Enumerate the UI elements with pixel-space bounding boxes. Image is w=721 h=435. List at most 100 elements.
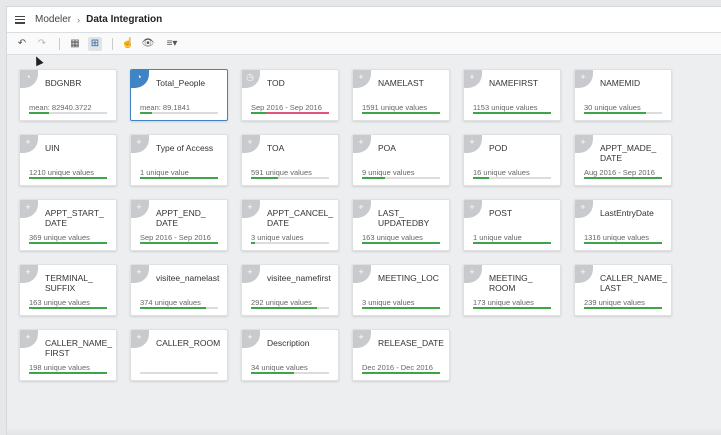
distribution-bar	[362, 177, 440, 179]
field-card[interactable]: + UIN 1210 unique values	[19, 134, 117, 186]
distribution-bar-fill	[140, 307, 207, 309]
distribution-bar	[362, 307, 440, 309]
text-field-icon: +	[575, 135, 593, 153]
distribution-bar	[251, 177, 329, 179]
distribution-bar	[29, 177, 107, 179]
field-name: APPT_CANCEL_ DATE	[267, 208, 334, 228]
field-card[interactable]: + APPT_START_ DATE 369 unique values	[19, 199, 117, 251]
distribution-bar	[584, 177, 662, 179]
hamburger-menu-icon[interactable]	[15, 15, 25, 24]
field-card[interactable]: + POD 16 unique values	[463, 134, 561, 186]
field-card[interactable]: + Description 34 unique values	[241, 329, 339, 381]
field-card[interactable]: + RELEASE_DATE Dec 2016 - Dec 2016	[352, 329, 450, 381]
distribution-bar	[29, 307, 107, 309]
distribution-bar-fill	[29, 372, 107, 374]
distribution-bar-fill	[584, 177, 662, 179]
numeric-gauge-icon: ◔	[20, 70, 38, 88]
field-card[interactable]: + APPT_CANCEL_ DATE 3 unique values	[241, 199, 339, 251]
distribution-bar	[584, 242, 662, 244]
field-card[interactable]: + CALLER_ROOM	[130, 329, 228, 381]
field-name: APPT_START_ DATE	[45, 208, 104, 228]
distribution-bar-fill	[584, 307, 662, 309]
field-stat: 239 unique values	[584, 298, 645, 307]
bottom-edge	[7, 427, 721, 435]
field-card[interactable]: ◷ TOD Sep 2016 - Sep 2016	[241, 69, 339, 121]
page-title: Data Integration	[86, 14, 163, 25]
app-window: Modeler › Data Integration ↶ ↷ ▦ ⊞ ☝ 👁 ≡…	[6, 6, 721, 435]
field-card[interactable]: + LastEntryDate 1316 unique values	[574, 199, 672, 251]
distribution-bar-fill	[362, 307, 440, 309]
distribution-bar-fill	[473, 242, 551, 244]
field-card[interactable]: ◔ BDGNBR mean: 82940.3722	[19, 69, 117, 121]
distribution-bar-fill	[251, 112, 329, 114]
text-field-icon: +	[464, 135, 482, 153]
text-field-icon: +	[242, 330, 260, 348]
join-hand-icon[interactable]: ☝	[121, 37, 135, 51]
grid-view-icon[interactable]: ⊞	[88, 36, 102, 51]
text-field-icon: +	[464, 70, 482, 88]
field-card[interactable]: + CALLER_NAME_ LAST 239 unique values	[574, 264, 672, 316]
field-card-grid: ◔ BDGNBR mean: 82940.3722 ◔ Total_People mean…	[19, 69, 709, 389]
field-card[interactable]: + Type of Access 1 unique value	[130, 134, 228, 186]
field-card[interactable]: + TOA 591 unique values	[241, 134, 339, 186]
field-stat: 163 unique values	[29, 298, 90, 307]
distribution-bar-fill	[29, 307, 107, 309]
field-name: NAMELAST	[378, 78, 424, 88]
distribution-bar-fill	[362, 177, 386, 179]
sort-list-icon[interactable]: ≡▾	[161, 37, 183, 51]
field-stat: 1316 unique values	[584, 233, 650, 242]
field-stat: 3 unique values	[362, 298, 415, 307]
field-card[interactable]: + TERMINAL_ SUFFIX 163 unique values	[19, 264, 117, 316]
text-field-icon: +	[353, 135, 371, 153]
field-card[interactable]: + visitee_namelast 374 unique values	[130, 264, 228, 316]
distribution-bar-fill	[29, 177, 107, 179]
field-stat: Sep 2016 - Sep 2016	[251, 103, 322, 112]
field-card[interactable]: + NAMEMID 30 unique values	[574, 69, 672, 121]
field-stat: mean: 82940.3722	[29, 103, 92, 112]
toolbar: ↶ ↷ ▦ ⊞ ☝ 👁 ≡▾	[7, 33, 721, 55]
field-stat: 198 unique values	[29, 363, 90, 372]
field-name: CALLER_NAME_ LAST	[600, 273, 668, 293]
redo-icon[interactable]: ↷	[35, 37, 49, 51]
field-card[interactable]: + POST 1 unique value	[463, 199, 561, 251]
text-field-icon: +	[242, 135, 260, 153]
field-name: visitee_namelast	[156, 273, 220, 283]
field-name: APPT_MADE_ DATE	[600, 143, 657, 163]
field-card[interactable]: + POA 9 unique values	[352, 134, 450, 186]
distribution-bar	[473, 307, 551, 309]
field-card[interactable]: + CALLER_NAME_ FIRST 198 unique values	[19, 329, 117, 381]
field-card[interactable]: + LAST_ UPDATEDBY 163 unique values	[352, 199, 450, 251]
distribution-bar	[362, 112, 440, 114]
field-card[interactable]: + APPT_END_ DATE Sep 2016 - Sep 2016	[130, 199, 228, 251]
field-card[interactable]: + NAMEFIRST 1153 unique values	[463, 69, 561, 121]
distribution-bar-fill	[473, 177, 489, 179]
field-name: Total_People	[156, 78, 206, 88]
distribution-bar-fill	[584, 242, 662, 244]
distribution-bar-fill	[251, 372, 294, 374]
text-field-icon: +	[20, 330, 38, 348]
field-card[interactable]: + visitee_namefirst 292 unique values	[241, 264, 339, 316]
field-card[interactable]: + MEETING_LOC 3 unique values	[352, 264, 450, 316]
breadcrumb-separator: ›	[77, 14, 81, 25]
undo-icon[interactable]: ↶	[15, 37, 29, 51]
field-name: LAST_ UPDATEDBY	[378, 208, 430, 228]
field-name: UIN	[45, 143, 60, 153]
field-name: CALLER_NAME_ FIRST	[45, 338, 113, 358]
field-card[interactable]: + APPT_MADE_ DATE Aug 2016 - Sep 2016	[574, 134, 672, 186]
breadcrumb-root[interactable]: Modeler	[35, 14, 71, 25]
eye-preview-icon[interactable]: 👁	[141, 37, 155, 51]
distribution-bar	[140, 112, 218, 114]
field-stat: Sep 2016 - Sep 2016	[140, 233, 211, 242]
field-card[interactable]: ◔ Total_People mean: 89.1841	[130, 69, 228, 121]
text-field-icon: +	[131, 330, 149, 348]
field-stat: 374 unique values	[140, 298, 201, 307]
distribution-bar	[140, 242, 218, 244]
field-stat: 173 unique values	[473, 298, 534, 307]
field-stat: 9 unique values	[362, 168, 415, 177]
table-view-icon[interactable]: ▦	[68, 37, 82, 51]
text-field-icon: +	[353, 200, 371, 218]
field-card[interactable]: + MEETING_ ROOM 173 unique values	[463, 264, 561, 316]
field-name: visitee_namefirst	[267, 273, 331, 283]
distribution-bar-fill	[362, 242, 440, 244]
field-card[interactable]: + NAMELAST 1591 unique values	[352, 69, 450, 121]
